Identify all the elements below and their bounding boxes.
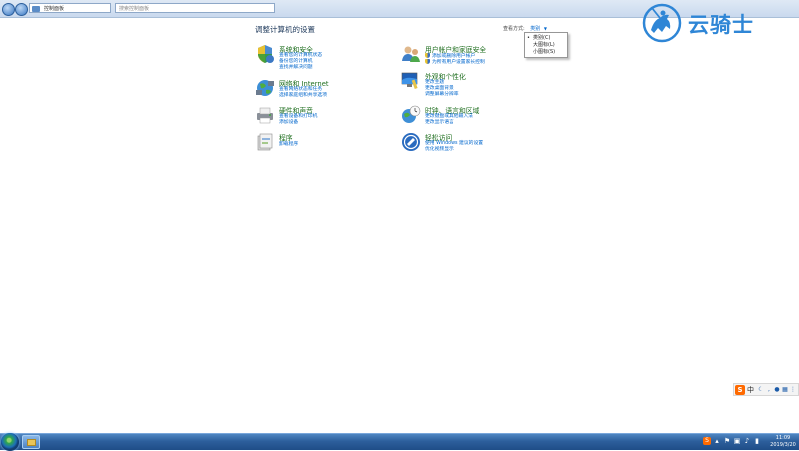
clock-globe-icon: [402, 105, 421, 123]
view-by-label: 查看方式:: [503, 26, 525, 32]
search-placeholder: 搜索控制面板: [119, 6, 150, 12]
link-display-language[interactable]: 更改显示语言: [425, 120, 454, 126]
taskbar: S ▴ ⚑ ▣ ♪ ▮ 11:09 2019/3/20: [0, 433, 799, 451]
back-icon[interactable]: [2, 3, 15, 16]
control-panel-icon: [32, 6, 40, 12]
category-ease-of-access: 轻松访问 使用 Windows 建议的设置 优化视频显示: [401, 132, 541, 158]
search-input[interactable]: 搜索控制面板: [115, 3, 275, 13]
link-homegroup[interactable]: 选择家庭组和共享选项: [279, 93, 327, 99]
ime-mode[interactable]: 中: [747, 385, 754, 395]
view-option-category[interactable]: 类别(C): [533, 35, 550, 41]
category-appearance: 外观和个性化 更改主题 更改桌面背景 调整屏幕分辨率: [401, 71, 541, 101]
category-network: 网络和 Internet 查看网络状态和任务 选择家庭组和共享选项: [255, 78, 385, 104]
microphone-icon[interactable]: ●: [774, 387, 780, 393]
category-system-security: 系统和安全 查看您的计算机状态 备份您的计算机 查找并解决问题: [255, 44, 385, 74]
uac-shield-icon: [425, 59, 430, 64]
punctuation-icon[interactable]: ,: [766, 387, 772, 393]
menu-icon[interactable]: ⋮: [790, 387, 796, 393]
link-uninstall[interactable]: 卸载程序: [279, 142, 298, 148]
address-text: 控制面板: [44, 6, 65, 12]
taskbar-clock[interactable]: 11:09 2019/3/20: [768, 435, 798, 448]
address-field[interactable]: 控制面板 ▸: [29, 3, 132, 14]
forward-icon[interactable]: [15, 3, 28, 16]
programs-icon: [257, 133, 273, 151]
view-by-control[interactable]: 查看方式: 类别 ▼: [503, 25, 547, 32]
network-icon[interactable]: ▣: [733, 437, 741, 445]
selected-bullet-icon: •: [527, 35, 530, 41]
category-programs: 程序 卸载程序: [255, 132, 385, 154]
page-title: 调整计算机的设置: [255, 25, 315, 34]
uac-shield-icon: [425, 53, 430, 58]
category-user-accounts: 用户帐户和家庭安全 添加或删除用户帐户 为所有用户设置家长控制: [401, 44, 541, 70]
category-title[interactable]: 程序: [279, 132, 293, 142]
show-hidden-icon[interactable]: ▴: [713, 437, 721, 445]
chevron-down-icon[interactable]: ▼: [544, 26, 547, 31]
ime-toolbar: S 中 ☾ , ● ▦ ⋮: [733, 383, 799, 396]
navigation-buttons: [2, 2, 28, 16]
link-optimize-display[interactable]: 优化视频显示: [425, 147, 454, 153]
knight-logo-icon: [642, 3, 682, 43]
sogou-tray-icon[interactable]: S: [703, 437, 711, 445]
taskbar-explorer-button[interactable]: [22, 435, 40, 449]
start-button[interactable]: [1, 433, 19, 451]
category-clock-region: 时钟、语言和区域 更改键盘或其他输入法 更改显示语言: [401, 105, 541, 131]
logo-text: 云骑士: [688, 13, 754, 37]
sogou-icon[interactable]: S: [735, 385, 745, 395]
link-parental-controls[interactable]: 为所有用户设置家长控制: [425, 59, 485, 66]
flag-icon[interactable]: ⚑: [723, 437, 731, 445]
category-hardware: 硬件和声音 查看设备和打印机 添加设备: [255, 105, 385, 131]
link-troubleshoot[interactable]: 查找并解决问题: [279, 65, 313, 71]
brand-logo: 云骑士: [640, 2, 790, 44]
clock-date: 2019/3/20: [770, 441, 796, 448]
volume-icon[interactable]: ♪: [743, 437, 751, 445]
link-add-device[interactable]: 添加设备: [279, 120, 298, 126]
link-screen-resolution[interactable]: 调整屏幕分辨率: [425, 92, 459, 98]
appearance-monitor-icon: [401, 72, 418, 90]
users-icon: [402, 46, 420, 62]
moon-icon[interactable]: ☾: [758, 387, 764, 393]
printer-icon: [257, 107, 273, 124]
folder-icon: [27, 439, 36, 446]
ease-of-access-icon: [402, 133, 420, 151]
power-icon[interactable]: ▮: [753, 437, 761, 445]
keyboard-icon[interactable]: ▦: [782, 387, 788, 393]
system-security-icon: [258, 45, 274, 63]
network-globe-icon: [256, 80, 274, 96]
